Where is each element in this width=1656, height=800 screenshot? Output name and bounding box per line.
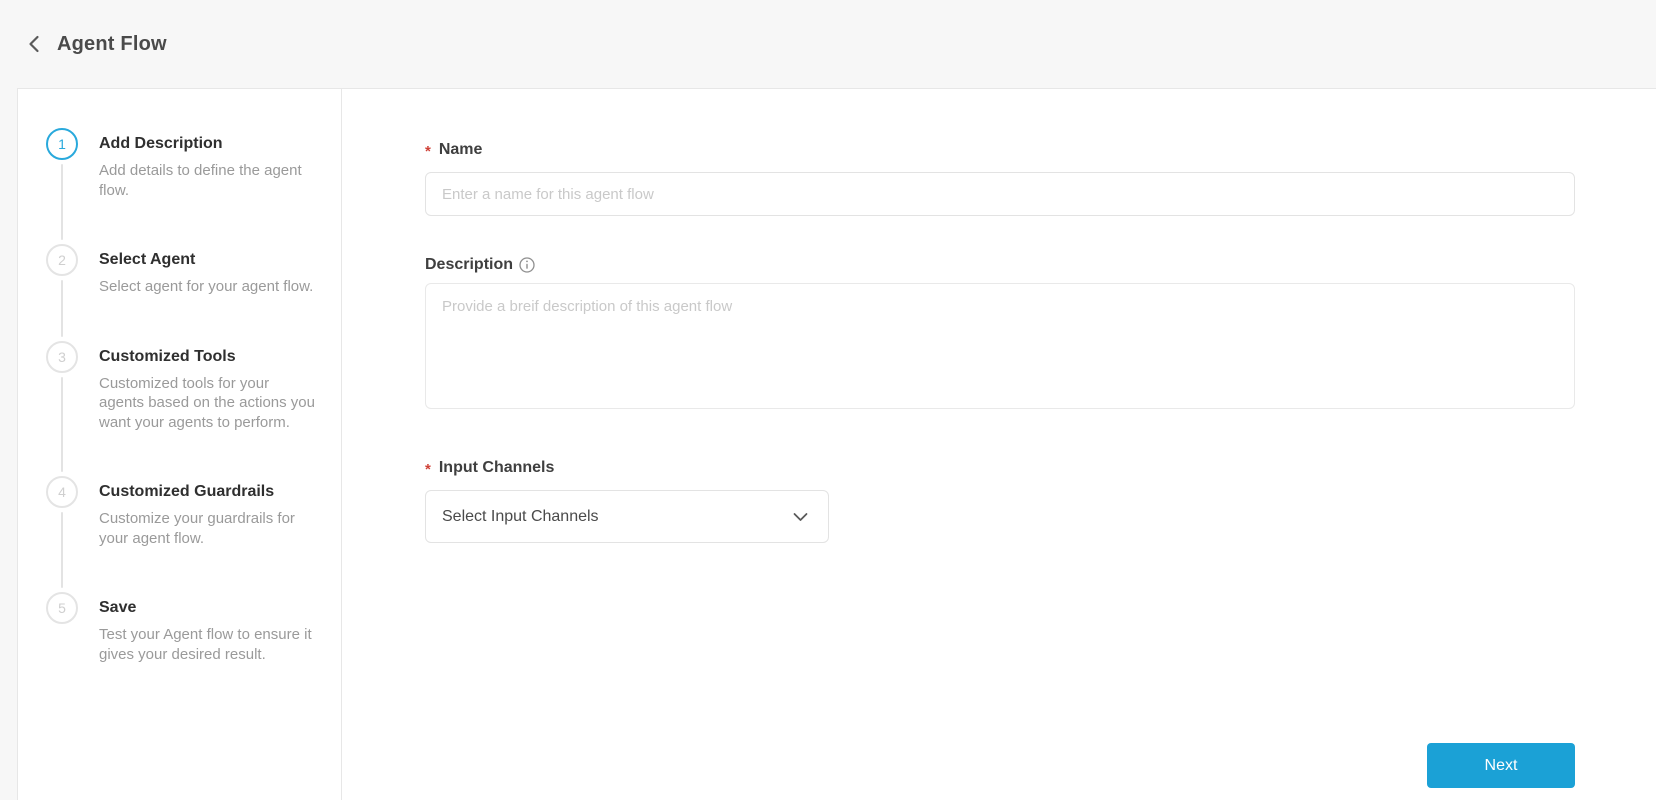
select-value: Select Input Channels: [442, 507, 599, 525]
description-textarea[interactable]: [425, 283, 1575, 409]
description-label: Description: [425, 256, 1575, 274]
step-connector: [61, 376, 63, 472]
input-channels-label: * Input Channels: [425, 459, 555, 478]
step-title: Save: [99, 599, 137, 616]
required-asterisk: *: [425, 142, 431, 160]
step-description: Customize your guardrails for your agent…: [99, 510, 295, 547]
step-title: Add Description: [99, 135, 223, 152]
step-title: Select Agent: [99, 251, 196, 268]
step-connector: [61, 164, 63, 240]
step-title: Customized Guardrails: [99, 483, 275, 500]
step-connector: [61, 280, 63, 337]
chevron-down-icon: [793, 512, 808, 522]
back-button[interactable]: [20, 30, 48, 58]
step-title: Customized Tools: [99, 347, 236, 365]
page-title: Agent Flow: [57, 32, 167, 55]
step-customized-guardrails[interactable]: 4 Customized Guardrails Customize your g…: [46, 476, 341, 592]
required-asterisk: *: [425, 460, 431, 478]
next-button[interactable]: Next: [1427, 743, 1575, 788]
main-panel: 1 Add Description Add details to define …: [17, 88, 1656, 800]
step-description: Add details to define the agent flow.: [99, 162, 302, 199]
step-connector: [61, 512, 63, 588]
step-add-description[interactable]: 1 Add Description Add details to define …: [46, 128, 341, 244]
name-input[interactable]: [425, 172, 1575, 216]
step-number-badge: 4: [46, 476, 78, 508]
step-number-badge: 5: [46, 592, 78, 624]
step-customized-tools[interactable]: 3 Customized Tools Customized tools for …: [46, 340, 341, 477]
chevron-left-icon: [26, 35, 42, 53]
info-icon[interactable]: [519, 257, 535, 273]
step-number-badge: 3: [46, 340, 78, 373]
step-save[interactable]: 5 Save Test your Agent flow to ensure it…: [46, 592, 341, 708]
step-description: Test your Agent flow to ensure it gives …: [99, 626, 312, 663]
step-description: Select agent for your agent flow.: [99, 278, 314, 295]
step-description: Customized tools for your agents based o…: [99, 374, 315, 431]
form-area: * Name Description * Input Channels Sele…: [342, 89, 1656, 800]
name-label: * Name: [425, 141, 483, 160]
step-number-badge: 2: [46, 244, 78, 276]
input-channels-select[interactable]: Select Input Channels: [425, 490, 829, 543]
stepper-sidebar: 1 Add Description Add details to define …: [18, 89, 342, 800]
step-select-agent[interactable]: 2 Select Agent Select agent for your age…: [46, 244, 341, 341]
step-number-badge: 1: [46, 128, 78, 160]
header: Agent Flow: [0, 0, 1656, 88]
